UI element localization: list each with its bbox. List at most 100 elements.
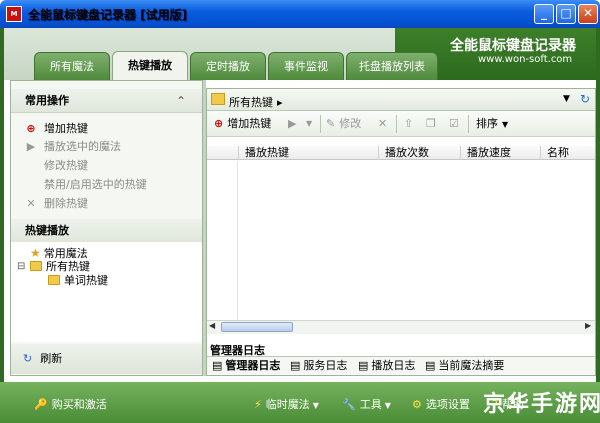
toolbar-separator [396, 115, 397, 133]
row-gutter [207, 161, 238, 320]
folder-icon [211, 93, 225, 105]
tree-item-common-magic[interactable]: ★ 常用魔法 [30, 246, 88, 260]
tab-magic-summary[interactable]: ▤ 当前魔法摘要 [425, 358, 504, 374]
tree-label: 单词热键 [64, 274, 108, 287]
watermark: 京华手游网 [483, 392, 600, 417]
tools-label: 工具 [359, 398, 382, 411]
tab-tray-playlist[interactable]: 托盘播放列表 [346, 52, 438, 80]
export-icon[interactable]: ⇧ [404, 116, 413, 132]
column-header-play-hotkey[interactable]: 播放热键 [238, 146, 378, 160]
action-label: 禁用/启用选中的热键 [44, 178, 147, 191]
log-tab-label: 当前魔法摘要 [438, 359, 505, 372]
log-icon: ▤ [358, 359, 369, 372]
window-frame-right [596, 28, 600, 423]
maximize-button[interactable]: □ [556, 4, 576, 24]
minimize-button[interactable]: _ [534, 4, 554, 24]
tree-item-word-hotkeys[interactable]: 单词热键 [48, 274, 108, 288]
action-label: 播放选中的魔法 [44, 140, 121, 153]
scroll-right-icon[interactable]: ▶ [585, 321, 591, 330]
options-button[interactable]: ⚙ 选项设置 [412, 396, 470, 412]
log-tab-label: 播放日志 [371, 359, 416, 372]
chevron-right-icon: ▸ [277, 96, 283, 109]
refresh-icon: ↻ [23, 352, 33, 365]
play-icon[interactable]: ▶ [288, 116, 296, 132]
checklist-icon[interactable]: ☑ [449, 116, 459, 132]
hotkey-table[interactable] [207, 161, 595, 320]
toolbar-edit-button[interactable]: ✎ 修改 [326, 116, 361, 132]
common-ops-title: 常用操作 [25, 94, 69, 107]
toolbar-sort-label: 排序 [476, 117, 498, 130]
tree-collapse-icon[interactable]: ⊟ [17, 260, 25, 274]
brand-url: www.won-soft.com [478, 54, 573, 65]
add-icon: ⊕ [26, 122, 36, 135]
tab-play-log[interactable]: ▤ 播放日志 [358, 358, 415, 374]
delete-icon[interactable]: ✕ [378, 116, 387, 132]
toolbar-sort-button[interactable]: 排序 ▼ [476, 116, 508, 132]
toolbar-separator [468, 115, 469, 133]
tab-all-magic[interactable]: 所有魔法 [34, 52, 110, 80]
temp-magic-button[interactable]: ⚡ 临时魔法 ▼ [254, 396, 319, 412]
refresh-icon[interactable]: ↻ [580, 92, 590, 106]
buy-activate-button[interactable]: 🔑 购买和激活 [34, 396, 107, 412]
toolbar-add-button[interactable]: ⊕ 增加热键 [214, 116, 271, 132]
log-tab-label: 管理器日志 [225, 359, 281, 372]
tab-scheduled-play[interactable]: 定时播放 [190, 52, 266, 80]
refresh-label: 刷新 [40, 352, 63, 365]
breadcrumb[interactable]: 所有热键 ▸ [229, 94, 283, 110]
play-icon: ▶ [26, 140, 36, 153]
delete-icon: ✕ [26, 197, 36, 210]
action-label: 增加热键 [44, 122, 88, 135]
column-header-play-count[interactable]: 播放次数 [378, 146, 460, 160]
breadcrumb-label: 所有热键 [229, 96, 273, 109]
log-icon: ▤ [290, 359, 301, 372]
dropdown-arrow-icon[interactable]: ▼ [563, 94, 570, 104]
brand-title: 全能鼠标键盘记录器 [450, 38, 576, 54]
edit-icon: ✎ [326, 117, 336, 130]
hotkey-play-title: 热键播放 [25, 224, 69, 237]
tree-label: 所有热键 [46, 260, 90, 273]
toolbar-add-label: 增加热键 [227, 117, 272, 130]
tools-button[interactable]: 🔧 工具 ▼ [342, 396, 391, 412]
log-tab-label: 服务日志 [303, 359, 348, 372]
star-icon: ★ [30, 246, 41, 260]
hotkey-play-header[interactable]: 热键播放 [11, 219, 202, 243]
chevron-down-icon: ▼ [502, 120, 509, 129]
temp-magic-label: 临时魔法 [265, 398, 310, 411]
tree-item-all-hotkeys[interactable]: 所有热键 [30, 260, 90, 274]
toolbar-edit-label: 修改 [339, 117, 362, 130]
window-frame-left [0, 28, 4, 423]
tab-hotkey-play[interactable]: 热键播放 [112, 51, 188, 81]
chevron-down-icon[interactable]: ▼ [306, 116, 312, 132]
tab-manager-log[interactable]: ▤ 管理器日志 [212, 358, 280, 374]
log-icon: ▤ [425, 359, 436, 372]
action-play-selected[interactable]: ▶ 播放选中的魔法 [24, 138, 121, 156]
action-label: 删除热键 [44, 197, 88, 210]
toolbar-separator [320, 115, 321, 133]
app-icon: M [6, 6, 22, 22]
tab-service-log[interactable]: ▤ 服务日志 [290, 358, 347, 374]
action-toggle-hotkey[interactable]: 禁用/启用选中的热键 [24, 176, 147, 194]
close-button[interactable]: ✕ [578, 4, 598, 24]
wrench-icon: 🔧 [342, 398, 356, 411]
tab-event-monitor[interactable]: 事件监视 [268, 52, 344, 80]
chevron-down-icon: ▼ [384, 401, 391, 410]
action-add-hotkey[interactable]: ⊕ 增加热键 [24, 120, 88, 138]
copy-icon[interactable]: ❐ [426, 116, 436, 132]
action-edit-hotkey[interactable]: 修改热键 [24, 157, 88, 175]
collapse-icon[interactable]: ⌃ [176, 94, 186, 108]
common-ops-header[interactable]: 常用操作 [11, 89, 202, 113]
scroll-left-icon[interactable]: ◀ [209, 321, 215, 330]
scrollbar-thumb[interactable] [221, 322, 293, 332]
column-header-play-speed[interactable]: 播放速度 [460, 146, 540, 160]
action-label: 修改热键 [44, 159, 88, 172]
action-delete-hotkey[interactable]: ✕ 删除热键 [24, 195, 88, 213]
tree-label: 常用魔法 [43, 247, 88, 260]
buy-label: 购买和激活 [51, 398, 107, 411]
column-header-name[interactable]: 名称 [540, 146, 595, 160]
refresh-button[interactable]: ↻ 刷新 [11, 344, 202, 374]
folder-icon [48, 275, 60, 285]
chevron-down-icon: ▼ [312, 401, 319, 410]
folder-icon [30, 261, 42, 271]
key-icon: 🔑 [34, 398, 48, 411]
lightning-icon: ⚡ [254, 398, 262, 411]
